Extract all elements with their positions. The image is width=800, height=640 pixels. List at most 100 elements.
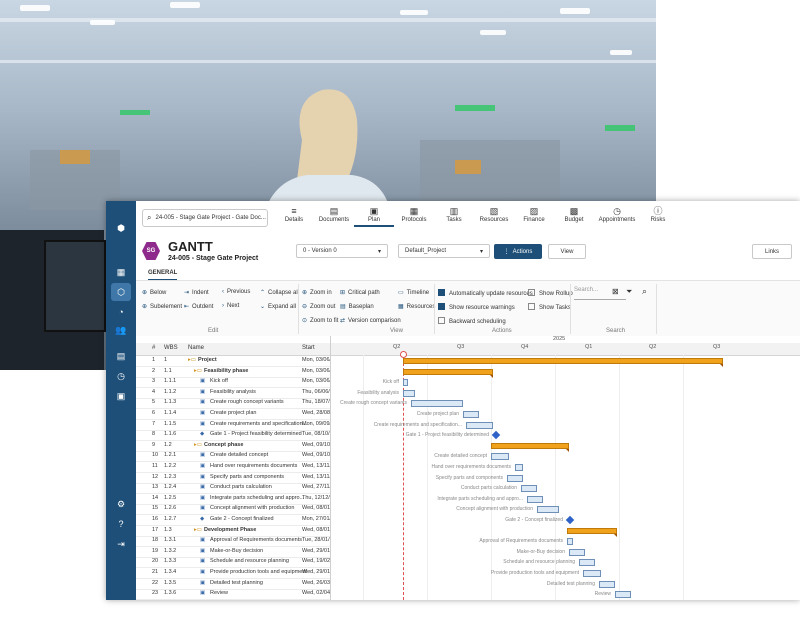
search-input[interactable]: ⌕ 24-005 - Stage Gate Project - Gate Doc… bbox=[142, 209, 268, 227]
nav-protocols[interactable]: ▦ Protocols bbox=[394, 206, 434, 223]
subelement-button[interactable]: ⊕ Subelement bbox=[142, 303, 182, 310]
task-bar[interactable] bbox=[491, 453, 509, 461]
grid-icon[interactable]: ▦ bbox=[114, 265, 128, 279]
logout-icon[interactable]: ⇥ bbox=[114, 537, 128, 551]
outdent-button[interactable]: ⇤ Outdent bbox=[184, 303, 213, 310]
nav-resources[interactable]: ▧ Resources bbox=[474, 206, 514, 223]
table-row[interactable]: 18 1.3.1 ▣ Approval of Requirements documen… bbox=[136, 536, 330, 548]
zoom-fit-button[interactable]: ⊙ Zoom to fit bbox=[302, 317, 338, 324]
table-row[interactable]: 20 1.3.3 ▣ Schedule and resource planning We… bbox=[136, 557, 330, 569]
backward-scheduling-checkbox[interactable]: Backward scheduling bbox=[438, 317, 506, 325]
table-row[interactable]: 14 1.2.5 ▣ Integrate parts scheduling and a… bbox=[136, 494, 330, 505]
table-row[interactable]: 19 1.3.2 ▣ Make-or-Buy decision Wed, 29/01/ bbox=[136, 547, 330, 558]
table-row[interactable]: 4 1.1.2 ▣ Feasibility analysis Thu, 06/06/ bbox=[136, 388, 330, 399]
summary-bar[interactable] bbox=[403, 358, 723, 367]
table-row[interactable]: 11 1.2.2 ▣ Hand over requirements documents… bbox=[136, 462, 330, 473]
task-bar[interactable] bbox=[411, 400, 463, 408]
nav-finance[interactable]: ▨ Finance bbox=[514, 206, 554, 223]
summary-bar[interactable] bbox=[403, 368, 493, 378]
users-icon[interactable]: 👥 bbox=[114, 323, 128, 337]
calendar-icon[interactable]: ▣ bbox=[114, 389, 128, 403]
nav-appointments[interactable]: ◷ Appointments bbox=[594, 206, 640, 223]
table-row[interactable]: 5 1.1.3 ▣ Create rough concept variants Thu,… bbox=[136, 398, 330, 410]
view-button[interactable]: View bbox=[548, 244, 586, 259]
nav-risks[interactable]: ⓘ Risks bbox=[638, 206, 678, 223]
column-header-name[interactable]: Name bbox=[188, 345, 204, 351]
show-tasks-checkbox[interactable]: Show Tasks bbox=[528, 303, 571, 311]
project-dropdown[interactable]: Default_Project ▾ bbox=[398, 244, 490, 258]
table-row[interactable]: 3 1.1.1 ▣ Kick off Mon, 03/06/ bbox=[136, 377, 330, 389]
zoom-in-button[interactable]: ⊕ Zoom in bbox=[302, 289, 332, 296]
summary-bar[interactable] bbox=[491, 442, 569, 452]
task-bar[interactable] bbox=[466, 421, 493, 429]
links-button[interactable]: Links bbox=[752, 244, 792, 259]
nav-tasks[interactable]: ▥ Tasks bbox=[434, 206, 474, 223]
column-header-wbs[interactable]: WBS bbox=[164, 345, 178, 351]
critical-path-button[interactable]: ⊞ Critical path bbox=[340, 289, 380, 296]
task-bar[interactable] bbox=[403, 379, 408, 387]
pie-chart-icon[interactable]: ◔ bbox=[114, 305, 128, 319]
table-row[interactable]: 2 1.1 ▸▭ Feasibility phase Mon, 03/06/ bbox=[136, 367, 330, 378]
version-dropdown[interactable]: 0 - Version 0 ▾ bbox=[296, 244, 388, 258]
table-row[interactable]: 17 1.3 ▸▭ Development Phase Wed, 08/01/ bbox=[136, 526, 330, 537]
task-bar[interactable] bbox=[515, 464, 523, 471]
task-bar[interactable] bbox=[599, 580, 615, 588]
table-row[interactable]: 1 1 ▸▭ Project Mon, 03/06/ bbox=[136, 356, 330, 367]
task-bar[interactable] bbox=[527, 495, 543, 503]
nav-documents[interactable]: ▤ Documents bbox=[314, 206, 354, 223]
below-button[interactable]: ⊕ Below bbox=[142, 289, 166, 296]
nav-plan[interactable]: ▣ Plan bbox=[354, 206, 394, 227]
table-row[interactable]: 9 1.2 ▸▭ Concept phase Wed, 09/10/ bbox=[136, 441, 330, 452]
task-bar[interactable] bbox=[403, 389, 415, 397]
task-bar[interactable] bbox=[537, 506, 559, 514]
table-row[interactable]: 22 1.3.5 ▣ Detailed test planning Wed, 26/03… bbox=[136, 579, 330, 590]
column-header-num[interactable]: # bbox=[152, 345, 155, 351]
baseplan-button[interactable]: ▤ Baseplan bbox=[340, 303, 374, 310]
column-header-start[interactable]: Start bbox=[302, 345, 315, 351]
table-row[interactable]: 16 1.2.7 ◆ Gate 2 - Concept finalized Mon, 2… bbox=[136, 515, 330, 526]
actions-button[interactable]: ⋮ Actions bbox=[494, 244, 542, 259]
table-row[interactable]: 15 1.2.6 ▣ Concept alignment with productio… bbox=[136, 504, 330, 516]
timer-icon[interactable]: ◷ bbox=[114, 369, 128, 383]
nav-budget[interactable]: ▩ Budget bbox=[554, 206, 594, 223]
table-row[interactable]: 23 1.3.6 ▣ Review Wed, 02/04/ bbox=[136, 589, 330, 600]
table-row[interactable]: 12 1.2.3 ▣ Specify parts and components Wed,… bbox=[136, 473, 330, 484]
show-warnings-checkbox[interactable]: Show resource warnings bbox=[438, 303, 515, 311]
gear-icon[interactable]: ⚙ bbox=[114, 497, 128, 511]
version-comparison-button[interactable]: ⇄ Version comparison bbox=[340, 317, 401, 324]
expand-all-button[interactable]: ⌄ Expand all bbox=[260, 303, 296, 310]
clear-search-icon[interactable]: ⊠ bbox=[612, 287, 619, 296]
filter-icon[interactable]: ⏷ bbox=[626, 287, 632, 297]
summary-bar[interactable] bbox=[567, 527, 617, 537]
task-bar[interactable] bbox=[507, 474, 523, 482]
zoom-out-button[interactable]: ⊖ Zoom out bbox=[302, 303, 335, 310]
table-row[interactable]: 21 1.3.4 ▣ Provide production tools and equ… bbox=[136, 568, 330, 579]
collapse-all-button[interactable]: ⌃ Collapse all bbox=[260, 289, 299, 296]
table-row[interactable]: 10 1.2.1 ▣ Create detailed concept Wed, 09/1… bbox=[136, 451, 330, 463]
task-bar[interactable] bbox=[579, 559, 595, 567]
resources-toggle-button[interactable]: ▦ Resources bbox=[398, 303, 435, 310]
task-bar[interactable] bbox=[463, 411, 479, 418]
nav-details[interactable]: ≡ Details bbox=[274, 206, 314, 223]
timeline-button[interactable]: ▭ Timeline bbox=[398, 289, 429, 296]
gantt-nav-icon[interactable]: ⬡ bbox=[111, 283, 131, 301]
task-bar[interactable] bbox=[615, 591, 631, 599]
table-row[interactable]: 6 1.1.4 ▣ Create project plan Wed, 28/08/ bbox=[136, 409, 330, 420]
task-bar[interactable] bbox=[583, 570, 601, 577]
previous-button[interactable]: ‹ Previous bbox=[222, 289, 250, 295]
task-bar[interactable] bbox=[569, 548, 585, 556]
show-rollup-checkbox[interactable]: Show Rollup bbox=[528, 289, 573, 297]
milestone-marker[interactable] bbox=[565, 515, 575, 525]
table-row[interactable]: 7 1.1.5 ▣ Create requirements and specifica… bbox=[136, 420, 330, 431]
logo-icon[interactable]: ⬢ bbox=[114, 221, 128, 235]
auto-update-checkbox[interactable]: Automatically update resources bbox=[438, 289, 533, 297]
table-row[interactable]: 13 1.2.4 ▣ Conduct parts calculation Wed, 27… bbox=[136, 483, 330, 495]
table-row[interactable]: 8 1.1.6 ◆ Gate 1 - Project feasibility dete… bbox=[136, 430, 330, 442]
task-bar[interactable] bbox=[567, 538, 573, 546]
document-icon[interactable]: ▤ bbox=[114, 349, 128, 363]
help-icon[interactable]: ? bbox=[114, 517, 128, 531]
task-bar[interactable] bbox=[521, 485, 537, 493]
next-button[interactable]: › Next bbox=[222, 303, 239, 309]
indent-button[interactable]: ⇥ Indent bbox=[184, 289, 209, 296]
milestone-marker[interactable] bbox=[491, 430, 501, 440]
